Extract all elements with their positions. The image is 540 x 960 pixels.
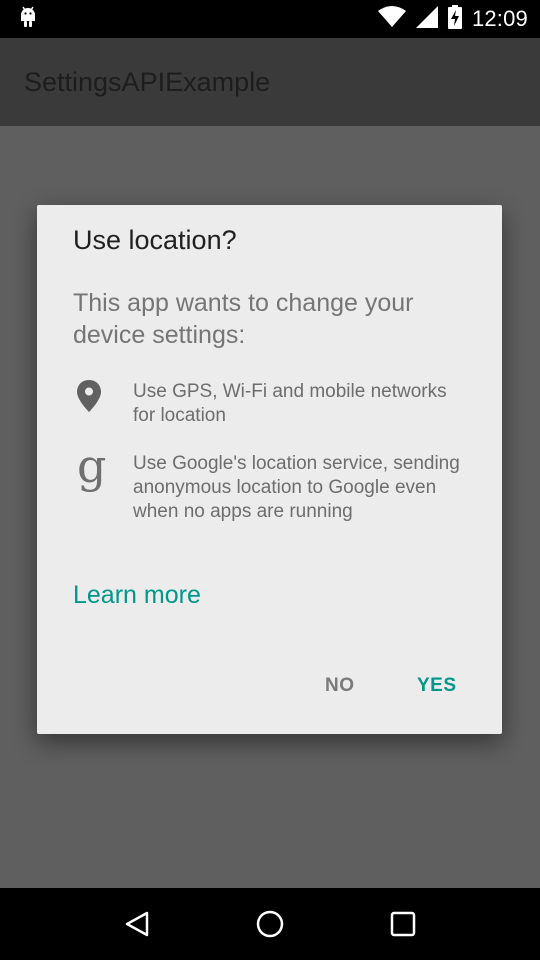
status-bar: 12:09	[0, 0, 540, 38]
app-title: SettingsAPIExample	[24, 66, 271, 97]
screen: 12:09 SettingsAPIExample Use location? T…	[0, 0, 540, 960]
yes-button[interactable]: YES	[417, 675, 457, 697]
home-icon[interactable]	[250, 904, 290, 944]
back-icon[interactable]	[117, 904, 157, 944]
signal-icon	[415, 5, 438, 33]
gps-permission-row: Use GPS, Wi-Fi and mobile networks for l…	[73, 380, 473, 428]
google-location-text: Use Google's location service, sending a…	[133, 453, 460, 522]
battery-charging-icon	[447, 4, 462, 34]
android-debug-icon	[18, 5, 38, 34]
app-bar: SettingsAPIExample	[0, 38, 540, 126]
status-right: 12:09	[377, 4, 528, 34]
google-location-row: g Use Google's location service, sending…	[73, 439, 473, 524]
no-button[interactable]: NO	[325, 675, 355, 697]
navigation-bar	[0, 888, 540, 960]
location-pin-icon	[73, 380, 133, 428]
google-g-icon: g	[77, 439, 107, 493]
dialog-message: This app wants to change your device set…	[73, 289, 414, 349]
learn-more-link[interactable]: Learn more	[73, 581, 201, 610]
gps-permission-text: Use GPS, Wi-Fi and mobile networks for l…	[133, 381, 447, 426]
dialog-title: Use location?	[73, 225, 237, 255]
recents-icon[interactable]	[383, 904, 423, 944]
wifi-icon	[377, 5, 406, 33]
status-left	[18, 5, 38, 34]
clock: 12:09	[471, 6, 528, 31]
location-dialog: Use location? This app wants to change y…	[37, 205, 502, 734]
